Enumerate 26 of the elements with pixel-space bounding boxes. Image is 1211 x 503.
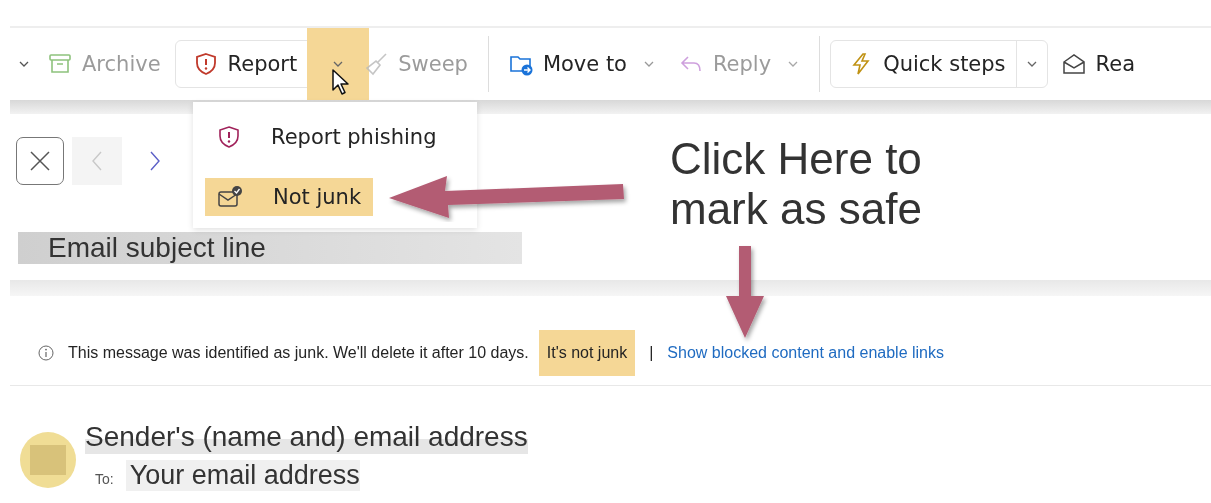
avatar — [20, 432, 76, 488]
separator: | — [649, 344, 654, 362]
shield-icon — [217, 125, 241, 149]
menu-item[interactable]: Not junk — [205, 178, 374, 216]
dropdown-button[interactable] — [307, 28, 370, 100]
open-envelope-icon — [1061, 52, 1086, 76]
move-button[interactable]: Move to — [498, 42, 665, 86]
close-button[interactable] — [16, 137, 64, 185]
to-label: To: — [95, 471, 114, 487]
read-button[interactable]: Rea — [1051, 42, 1145, 86]
info-icon — [38, 345, 54, 361]
chevron-left-icon — [91, 150, 103, 172]
junk-message: This message was identified as junk. We'll delete it after 10 days. — [68, 344, 529, 362]
mouse-cursor-icon — [331, 68, 352, 96]
report-button[interactable]: Report — [189, 42, 308, 86]
annotation-text: Click Here to mark as safe — [670, 134, 923, 234]
not-junk-link[interactable]: It's not junk — [538, 330, 636, 376]
blocked-content-link[interactable]: Show blocked content and enable links — [667, 344, 944, 362]
close-icon — [29, 150, 51, 172]
recipient-address: Your email address — [125, 460, 360, 491]
archive-box-icon — [48, 52, 72, 76]
menu-item[interactable]: Report phishing — [193, 118, 449, 156]
envelope-check-icon — [217, 185, 243, 209]
chevron-right-icon — [149, 150, 161, 172]
quick-button[interactable]: Quick steps — [845, 42, 1016, 86]
shield-icon — [193, 52, 218, 76]
